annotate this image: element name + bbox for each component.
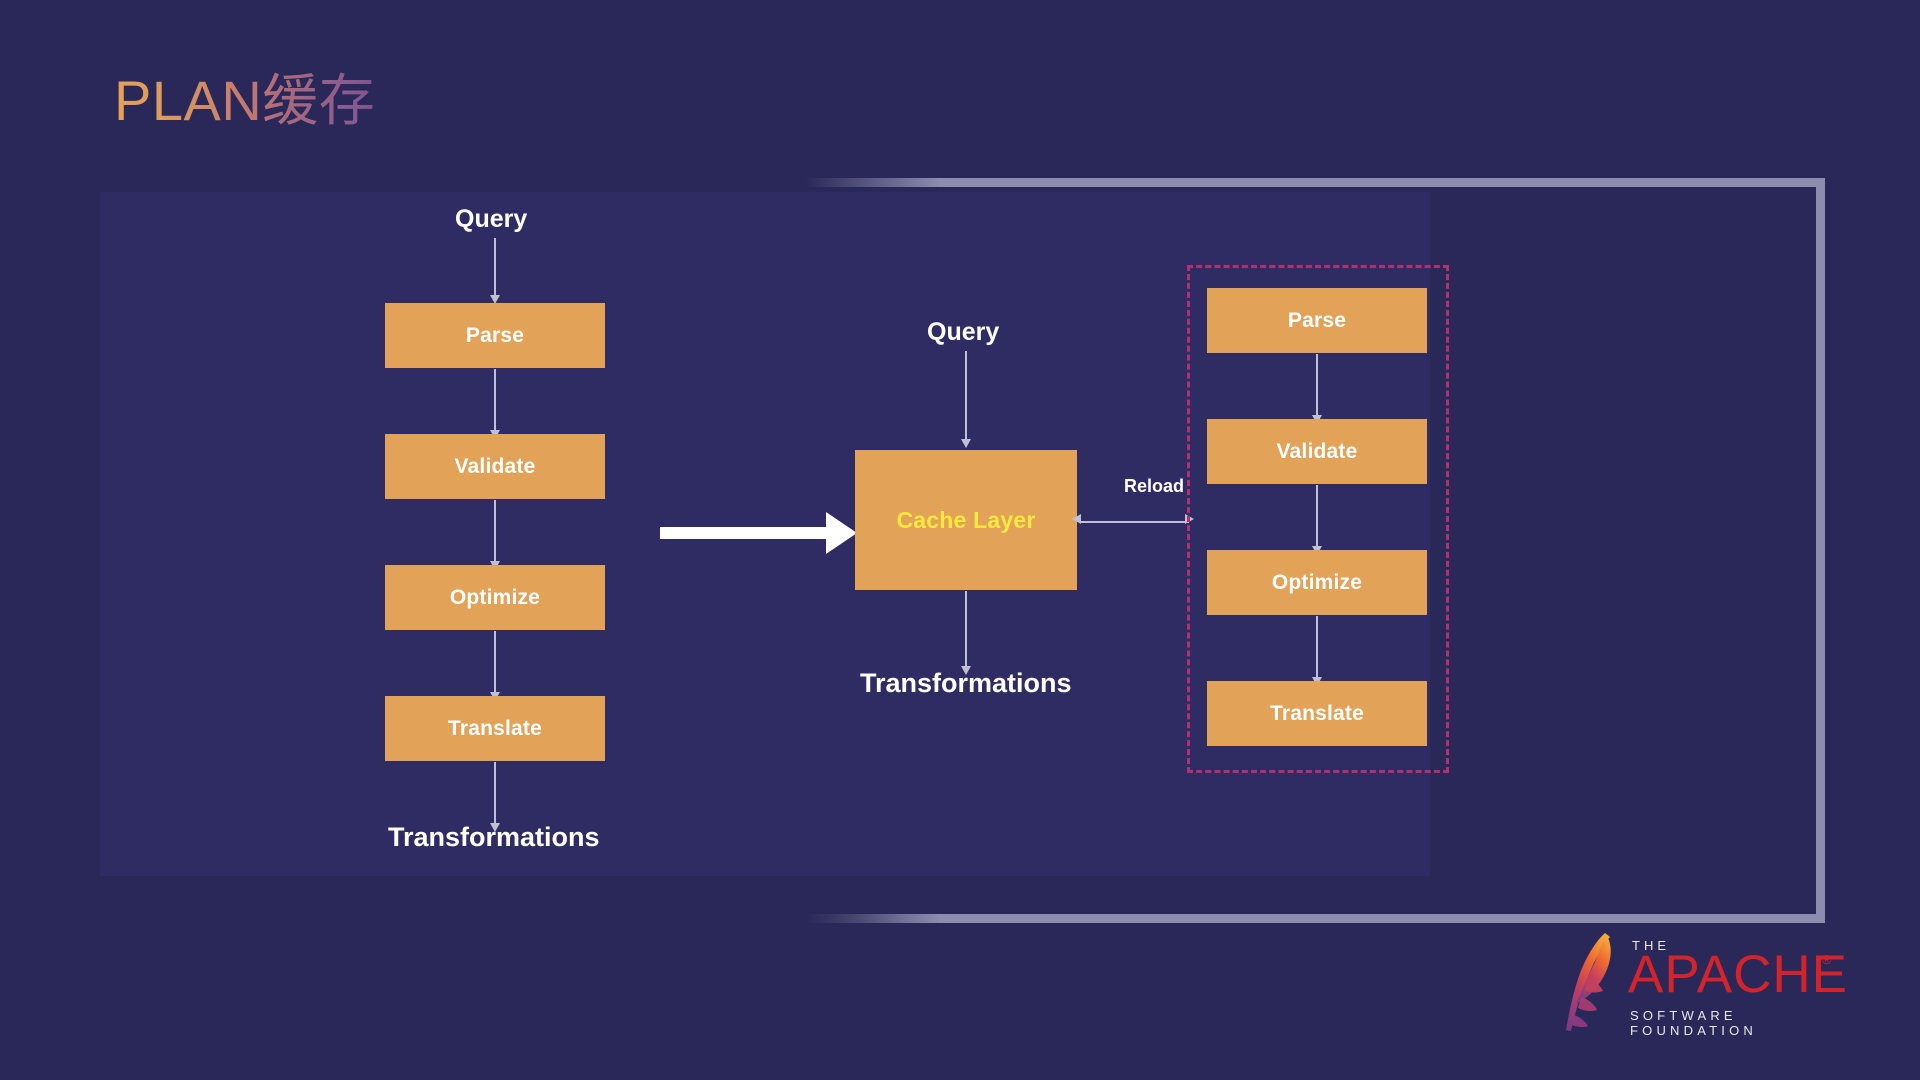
transition-arrow-head [826,512,857,554]
right-step-translate[interactable]: Translate [1207,681,1427,746]
center-pipeline-output-label: Transformations [860,668,1072,698]
reload-label: Reload [1124,476,1185,496]
transition-arrow-shaft [660,527,828,539]
left-step-optimize[interactable]: Optimize [385,565,605,630]
arrow-center-query-to-cache [961,351,971,448]
left-step-validate[interactable]: Validate [385,434,605,499]
arrow-left-query-to-parse [490,238,500,304]
apache-feather-icon [1566,933,1611,1031]
logo-tagline-text: SOFTWARE FOUNDATION [1630,1008,1757,1038]
left-step-validate-label: Validate [454,454,536,478]
right-step-parse-label: Parse [1287,308,1347,332]
page-title: PLAN缓存 [114,56,375,137]
arrow-left-parse-to-validate [490,369,500,439]
right-step-validate-label: Validate [1276,439,1358,463]
arrow-center-cache-to-output [961,591,971,675]
right-step-validate[interactable]: Validate [1207,419,1427,484]
reload-arrow-head-left [1072,514,1081,524]
cache-layer-box[interactable]: Cache Layer [855,450,1077,590]
left-step-optimize-label: Optimize [449,585,541,609]
center-pipeline-input-label: Query [927,318,1000,346]
arrow-left-validate-to-optimize [490,500,500,570]
left-step-parse[interactable]: Parse [385,303,605,368]
left-pipeline-output-label: Transformations [388,822,600,852]
logo-registered-mark: ® [1822,952,1832,967]
right-step-optimize[interactable]: Optimize [1207,550,1427,615]
left-step-translate-label: Translate [447,716,542,740]
decorative-frame-fade-bottom [640,895,900,931]
right-step-translate-label: Translate [1269,701,1364,725]
cache-layer-label: Cache Layer [896,506,1036,533]
right-step-optimize-label: Optimize [1271,570,1363,594]
slide-canvas: PLAN缓存 Query Parse Validate Optimize Tra… [0,0,1920,1080]
arrow-right-parse-to-validate [1312,354,1322,424]
arrow-right-optimize-to-translate [1312,616,1322,686]
left-step-translate[interactable]: Translate [385,696,605,761]
reload-arrow-shaft [1081,521,1189,523]
arrow-right-validate-to-optimize [1312,485,1322,555]
left-step-parse-label: Parse [465,323,525,347]
logo-apache-text: APACHE [1628,945,1849,1004]
arrow-left-optimize-to-translate [490,631,500,701]
apache-foundation-logo: THE APACHE ® SOFTWARE FOUNDATION [1558,930,1847,1038]
left-pipeline-input-label: Query [455,205,528,233]
right-step-parse[interactable]: Parse [1207,288,1427,353]
arrow-left-translate-to-output [490,762,500,832]
